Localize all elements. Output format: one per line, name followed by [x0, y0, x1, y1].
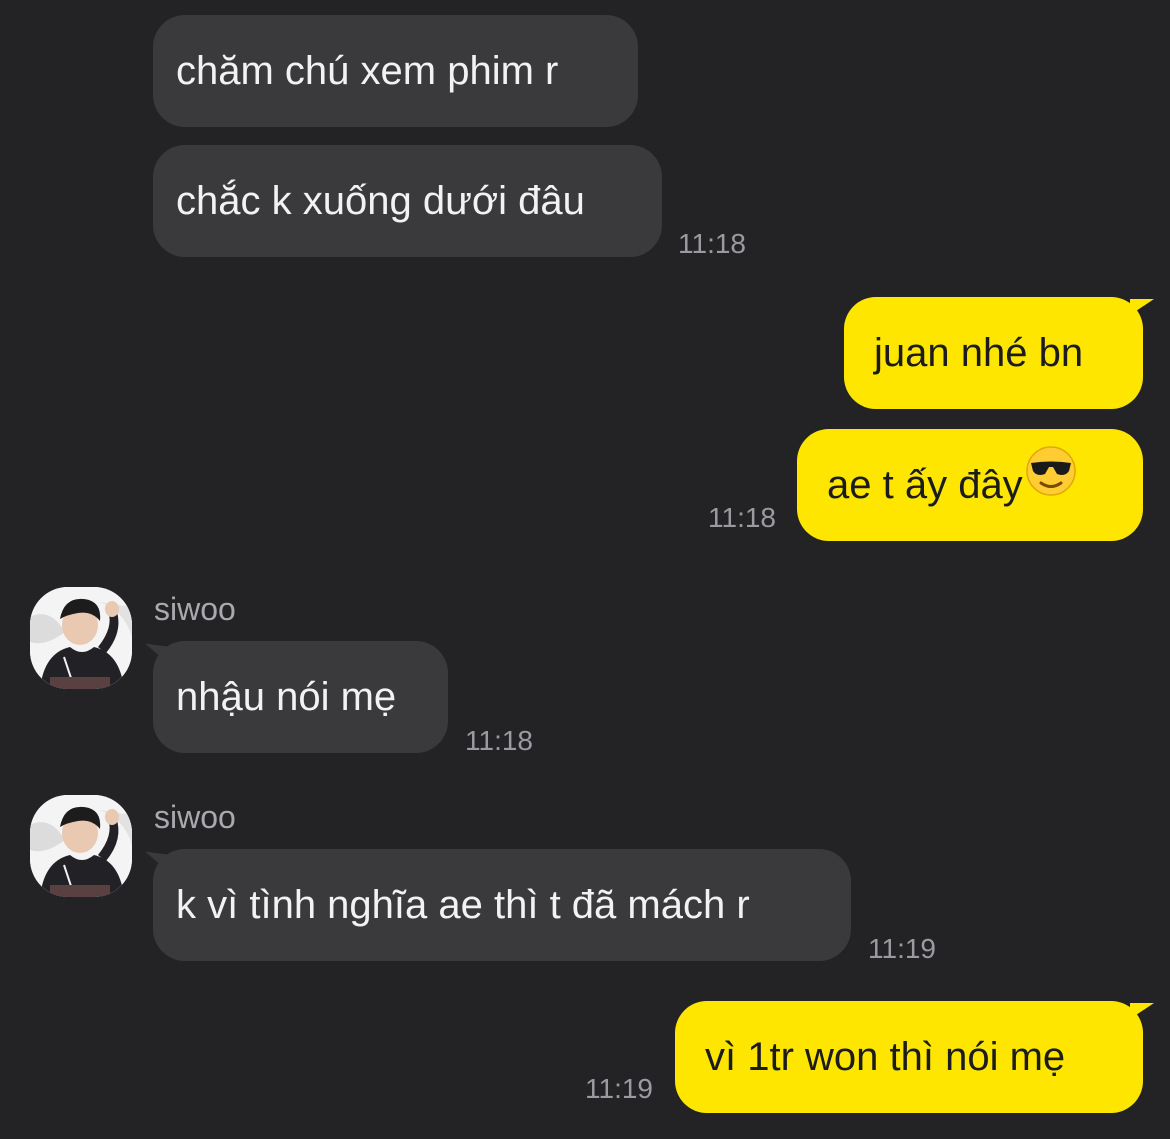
message-bubble-incoming[interactable]: nhậu nói mẹ [153, 641, 448, 753]
avatar[interactable] [30, 587, 132, 689]
bubble-tail [1130, 299, 1154, 315]
message-bubble-outgoing[interactable]: ae t ấy đây [797, 429, 1143, 541]
sender-name: siwoo [154, 591, 236, 627]
message-timestamp: 11:18 [708, 502, 776, 533]
message-text: ae t ấy đây [827, 463, 1023, 507]
message-text: juan nhé bn [874, 331, 1084, 375]
message-text: vì 1tr won thì nói mẹ [705, 1035, 1066, 1079]
message-timestamp: 11:19 [585, 1073, 653, 1104]
message-timestamp: 11:19 [868, 933, 936, 964]
message-timestamp: 11:18 [678, 228, 746, 259]
message-text: k vì tình nghĩa ae thì t đã mách r [176, 883, 750, 927]
message-timestamp: 11:18 [465, 725, 533, 756]
message-text: chăm chú xem phim r [176, 49, 559, 93]
message-bubble-incoming[interactable]: k vì tình nghĩa ae thì t đã mách r [153, 849, 851, 961]
message-bubble-incoming[interactable]: chắc k xuống dưới đâu [153, 145, 662, 257]
sender-name: siwoo [154, 799, 236, 835]
message-bubble-outgoing[interactable]: juan nhé bn [844, 297, 1143, 409]
message-bubble-outgoing[interactable]: vì 1tr won thì nói mẹ [675, 1001, 1143, 1113]
bubble-tail [1130, 1003, 1154, 1019]
message-bubble-incoming[interactable]: chăm chú xem phim r [153, 15, 638, 127]
avatar[interactable] [30, 795, 132, 897]
message-text: nhậu nói mẹ [176, 675, 397, 719]
smiling-face-with-sunglasses-icon [1025, 428, 1077, 540]
message-text: chắc k xuống dưới đâu [176, 179, 585, 223]
